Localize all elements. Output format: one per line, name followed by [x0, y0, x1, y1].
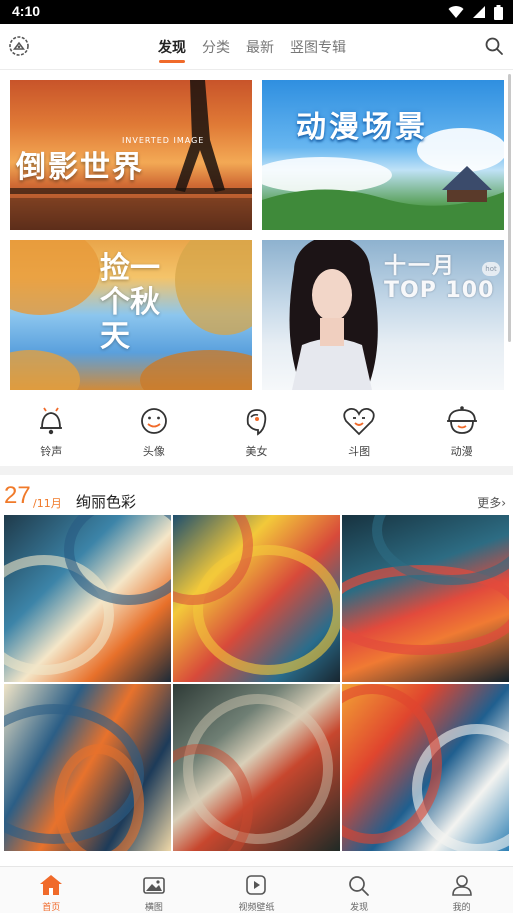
section-divider [0, 466, 513, 475]
status-time: 4:10 [12, 3, 41, 19]
banner-title: 十一月 [384, 254, 457, 279]
wallpaper-thumb[interactable] [173, 515, 340, 682]
category-avatar[interactable]: 头像 [103, 402, 206, 462]
signal-icon [473, 6, 485, 18]
smiley-icon [140, 408, 167, 434]
category-label: 斗图 [348, 445, 371, 458]
section-month: /11月 [33, 497, 62, 510]
category-label: 动漫 [450, 445, 473, 458]
image-icon [143, 877, 165, 894]
wallpaper-thumb[interactable] [342, 684, 509, 851]
bottom-nav: 首页 横图 视频壁纸 发现 我的 [0, 866, 513, 913]
section-day: 27 [4, 482, 31, 509]
nav-video-wallpaper[interactable]: 视频壁纸 [205, 867, 308, 913]
category-row: 铃声 头像 美女 斗图 动漫 [0, 402, 513, 462]
banner-title: 动漫场景 [296, 110, 428, 145]
banner-reflection-world[interactable]: INVERTED IMAGE 倒影世界 [10, 80, 252, 230]
scrollbar-thumb[interactable] [508, 74, 511, 342]
wallpaper-thumb[interactable] [342, 515, 509, 682]
section-title: 绚丽色彩 [76, 493, 137, 511]
tab-vertical-album[interactable]: 竖图专辑 [282, 24, 354, 70]
category-meme[interactable]: 斗图 [308, 402, 411, 462]
nav-home[interactable]: 首页 [0, 867, 103, 913]
tab-latest[interactable]: 最新 [238, 24, 282, 70]
category-label: 美女 [245, 445, 268, 458]
anime-face-icon [446, 406, 477, 434]
category-label: 铃声 [40, 445, 63, 458]
wifi-icon [448, 6, 464, 19]
search-icon[interactable] [484, 36, 504, 56]
banner-title: 倒影世界 [16, 150, 144, 185]
status-icons [448, 4, 503, 20]
search-icon [349, 876, 369, 896]
nav-label: 横图 [144, 903, 163, 913]
app-screen: 4:10 发现 分类 最新 竖图专辑 INVERTED IMAGE 倒影世界 动… [0, 0, 513, 913]
nav-label: 发现 [350, 903, 369, 913]
nav-landscape[interactable]: 横图 [103, 867, 206, 913]
banner-anime-scene[interactable]: 动漫场景 [262, 80, 504, 230]
nav-mine[interactable]: 我的 [410, 867, 513, 913]
video-icon [246, 875, 267, 895]
top-header: 发现 分类 最新 竖图专辑 [0, 24, 513, 70]
banner-autumn[interactable]: 捡一个秋天 [10, 240, 252, 390]
banner-title-2: TOP 100 [384, 278, 495, 303]
nav-label: 我的 [452, 903, 471, 913]
tab-discover[interactable]: 发现 [150, 24, 194, 70]
nav-label: 视频壁纸 [238, 903, 275, 913]
home-icon [40, 875, 63, 895]
banner-grid: INVERTED IMAGE 倒影世界 动漫场景 捡一个秋天 十一月 TOP 1… [10, 80, 504, 390]
more-link[interactable]: 更多› [477, 494, 506, 511]
tab-category[interactable]: 分类 [194, 24, 238, 70]
wallpaper-thumb[interactable] [4, 515, 171, 682]
nav-discover[interactable]: 发现 [308, 867, 411, 913]
banner-november-top[interactable]: 十一月 TOP 100 hot [262, 240, 504, 390]
woman-face-icon [247, 409, 267, 436]
banner-title: 捡一个秋天 [100, 251, 160, 354]
user-icon [451, 875, 472, 896]
portrait-art [289, 240, 378, 390]
status-bar: 4:10 [0, 0, 513, 24]
wallpaper-grid [4, 515, 510, 853]
top-tabs: 发现 分类 最新 竖图专辑 [150, 24, 354, 70]
bell-icon [40, 407, 63, 435]
category-beauty[interactable]: 美女 [205, 402, 308, 462]
category-label: 头像 [142, 445, 165, 458]
category-anime[interactable]: 动漫 [410, 402, 513, 462]
wallpaper-thumb[interactable] [173, 684, 340, 851]
section-header: 27 /11月 绚丽色彩 更多› [0, 482, 513, 516]
battery-icon [494, 4, 503, 20]
nav-label: 首页 [42, 903, 61, 913]
heart-face-icon [343, 407, 375, 436]
hot-badge: hot [482, 262, 500, 276]
wallpaper-thumb[interactable] [4, 684, 171, 851]
app-logo-icon[interactable] [8, 35, 30, 57]
category-ringtone[interactable]: 铃声 [0, 402, 103, 462]
